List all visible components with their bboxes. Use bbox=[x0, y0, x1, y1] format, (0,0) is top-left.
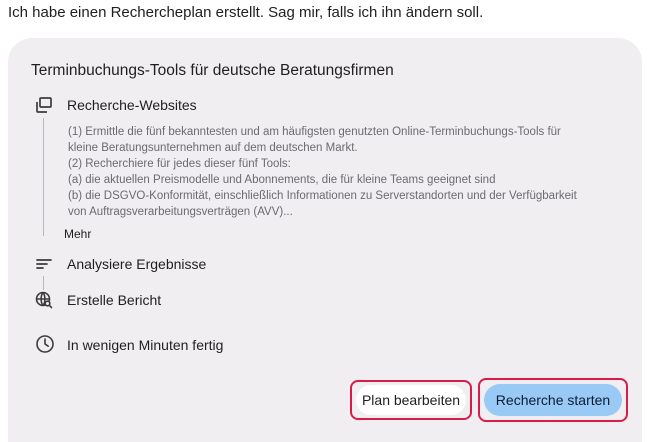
description-line: von Auftragsverarbeitungsverträgen (AVV)… bbox=[68, 206, 293, 219]
intro-message: Ich habe einen Rechercheplan erstellt. S… bbox=[8, 4, 484, 21]
description-line: (b) die DSGVO-Konformität, einschließlic… bbox=[68, 190, 577, 203]
step-label-research-websites: Recherche-Websites bbox=[67, 97, 197, 113]
description-line: (2) Recherchiere für jedes dieser fünf T… bbox=[68, 158, 291, 171]
description-line: (1) Ermittle die fünf bekanntesten und a… bbox=[68, 126, 561, 138]
edit-plan-button[interactable]: Plan bearbeiten bbox=[350, 380, 472, 420]
more-link[interactable]: Mehr bbox=[64, 226, 91, 242]
step-label-create-report: Erstelle Bericht bbox=[67, 292, 162, 308]
clock-icon bbox=[35, 334, 55, 354]
step-connector bbox=[43, 118, 44, 236]
description-line: (a) die aktuellen Preismodelle und Abonn… bbox=[68, 174, 496, 187]
step-label-analyze-results: Analysiere Ergebnisse bbox=[67, 256, 207, 272]
step-connector bbox=[43, 276, 44, 290]
sort-lines-icon bbox=[34, 254, 54, 274]
start-research-button-label: Recherche starten bbox=[484, 384, 622, 416]
step-description: (1) Ermittle die fünf bekanntesten und a… bbox=[68, 124, 616, 221]
start-research-button[interactable]: Recherche starten bbox=[478, 378, 628, 422]
eta-label: In wenigen Minuten fertig bbox=[67, 337, 224, 353]
globe-search-icon bbox=[34, 290, 54, 310]
stacked-windows-icon bbox=[34, 95, 54, 115]
plan-title: Terminbuchungs-Tools für deutsche Beratu… bbox=[31, 62, 394, 79]
description-line: kleine Beratungsunternehmen auf dem deut… bbox=[68, 142, 358, 155]
edit-plan-button-label: Plan bearbeiten bbox=[356, 385, 466, 415]
